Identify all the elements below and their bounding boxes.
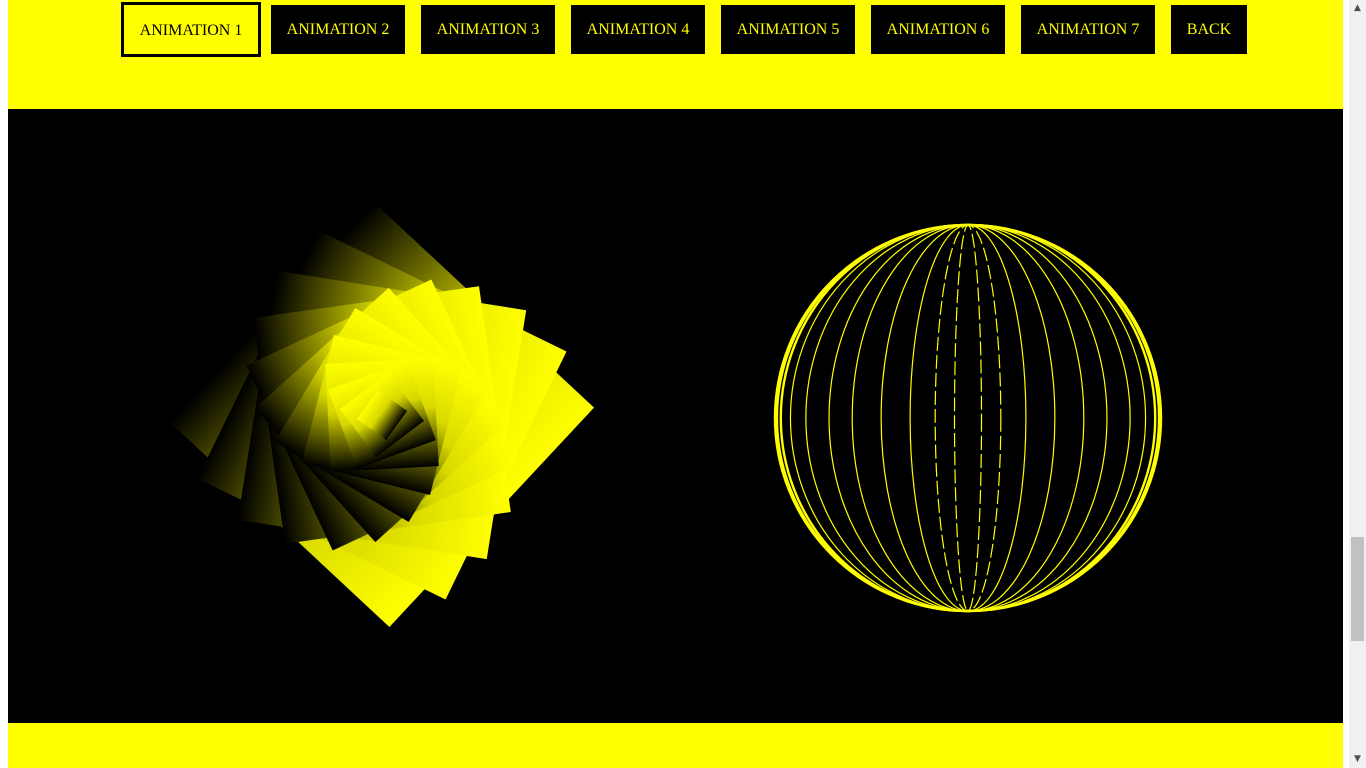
vertical-scrollbar[interactable]: ▲ ▼ [1349, 0, 1366, 768]
sphere-meridian [789, 224, 1147, 612]
animation-6-button[interactable]: ANIMATION 6 [871, 5, 1005, 54]
animation-2-button[interactable]: ANIMATION 2 [271, 5, 405, 54]
animation-canvas [169, 202, 1163, 628]
animation-3-button[interactable]: ANIMATION 3 [421, 5, 555, 54]
sphere-meridian [880, 224, 1056, 612]
animation-nav: ANIMATION 1 ANIMATION 2 ANIMATION 3 ANIM… [8, 2, 1343, 57]
rotating-squares-figure [169, 202, 595, 628]
sphere-meridian [909, 224, 1027, 612]
triangle-up-icon[interactable]: ▲ [1349, 0, 1366, 17]
back-button[interactable]: BACK [1171, 5, 1247, 54]
sphere-meridian [953, 224, 983, 612]
page-background: ANIMATION 1 ANIMATION 2 ANIMATION 3 ANIM… [8, 0, 1343, 768]
triangle-down-icon[interactable]: ▼ [1349, 751, 1366, 768]
animation-1-button[interactable]: ANIMATION 1 [121, 2, 261, 57]
scrollbar-thumb[interactable] [1351, 537, 1364, 641]
wireframe-sphere-figure [773, 223, 1163, 613]
sphere-meridian [828, 224, 1108, 612]
animation-4-button[interactable]: ANIMATION 4 [571, 5, 705, 54]
animation-7-button[interactable]: ANIMATION 7 [1021, 5, 1155, 54]
animation-5-button[interactable]: ANIMATION 5 [721, 5, 855, 54]
sphere-meridian [851, 224, 1085, 612]
sphere-meridian [779, 223, 1157, 613]
animation-stage [8, 109, 1343, 723]
sphere-meridian [805, 224, 1131, 612]
sphere-meridian [934, 224, 1002, 612]
